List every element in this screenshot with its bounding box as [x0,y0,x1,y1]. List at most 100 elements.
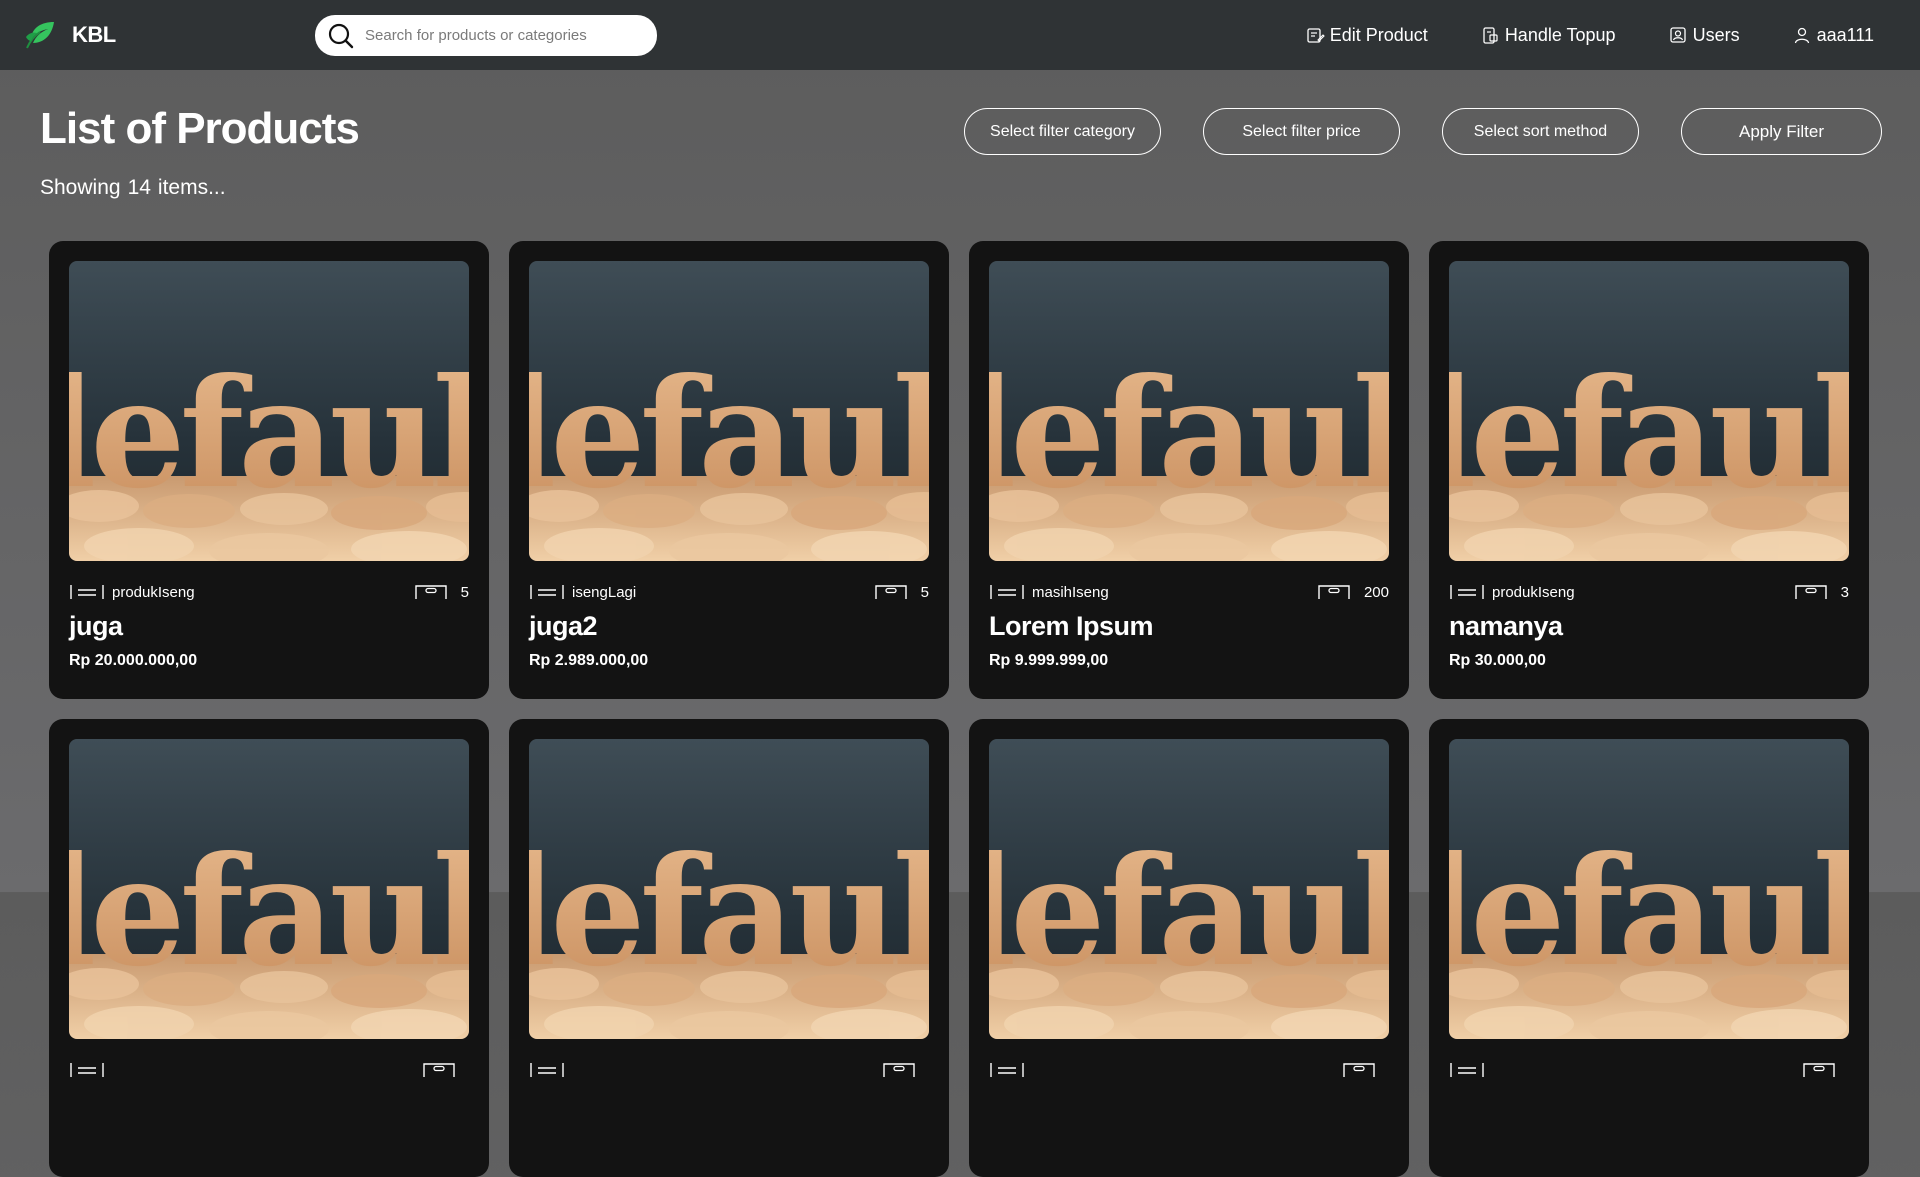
item-count-value: 14 [127,176,151,199]
product-meta [69,1059,469,1081]
page-title: List of Products [40,104,360,153]
stock-icon [423,1063,455,1077]
product-category: masihIseng [989,583,1109,601]
nav-handle-topup-label: Handle Topup [1504,24,1616,45]
product-category-label: isengLagi [572,583,637,601]
product-card[interactable]: default isengLagi 5 juga2 Rp 2.989.000,0… [509,241,949,699]
search-input[interactable] [365,27,645,44]
product-name: Lorem Ipsum [989,611,1154,641]
product-card[interactable]: default produkIseng 5 juga Rp 20.000.000… [49,241,489,699]
product-image: default [529,261,929,561]
category-icon [1450,1063,1484,1077]
product-card[interactable]: default [49,719,489,1177]
nav-account[interactable]: aaa111 [1792,25,1874,46]
product-category-label: produkIseng [1492,583,1575,601]
product-card[interactable]: default masihIseng 200 Lorem Ipsum Rp 9.… [969,241,1409,699]
product-image-text: default [989,346,1389,522]
stock-icon [1794,585,1827,599]
product-card[interactable]: default produkIseng 3 namanya Rp 30.000,… [1429,241,1869,699]
product-image: default [989,739,1389,1039]
stock-icon [1343,1063,1375,1077]
leaf-logo-icon [26,22,54,49]
search-bar[interactable] [315,15,657,56]
category-icon [70,1063,104,1077]
stock-icon [1318,585,1350,599]
product-stock-value: 5 [920,583,929,601]
category-icon [530,1063,564,1077]
stock-icon [874,585,907,599]
product-image: default [529,739,929,1039]
top-navbar: KBL Edit Product Handle Topup [0,0,1920,70]
product-price: Rp 2.989.000,00 [529,652,649,669]
product-meta: isengLagi 5 [529,581,929,603]
product-category-label: produkIseng [112,583,195,601]
product-image-text: default [989,824,1389,1000]
product-category [529,1061,572,1079]
product-name: juga2 [529,611,598,641]
product-stock [421,1061,469,1079]
product-meta: produkIseng 3 [1449,581,1849,603]
stock-icon [414,585,447,599]
nav-handle-topup[interactable]: Handle Topup [1480,25,1616,46]
product-category [989,1061,1032,1079]
product-image-text: default [1449,346,1849,522]
item-count-prefix: Showing [40,176,121,199]
product-category-label: masihIseng [1032,583,1109,601]
product-stock: 5 [413,583,469,601]
sort-method-button[interactable]: Select sort method [1442,108,1639,155]
product-stock-value: 3 [1840,583,1849,601]
product-card[interactable]: default [969,719,1409,1177]
product-stock: 3 [1793,583,1849,601]
product-price: Rp 20.000.000,00 [69,652,198,669]
product-image-text: default [69,346,469,522]
product-stock-value: 5 [460,583,469,601]
nav-edit-product-label: Edit Product [1329,24,1428,45]
edit-icon [1307,28,1325,43]
filter-price-button[interactable]: Select filter price [1203,108,1400,155]
product-category: isengLagi [529,583,636,601]
brand-name: KBL [72,22,116,47]
product-image-text: default [529,346,929,522]
user-icon [1794,27,1809,44]
nav-account-label: aaa111 [1816,24,1874,45]
product-stock [1801,1061,1849,1079]
product-category: produkIseng [69,583,195,601]
nav-links: Edit Product Handle Topup Users aaa111 [1253,0,1874,70]
product-card[interactable]: default [509,719,949,1177]
stock-icon [883,1063,915,1077]
category-icon [1450,585,1484,599]
product-grid: default produkIseng 5 juga Rp 20.000.000… [49,241,1874,1177]
product-stock-value: 200 [1363,583,1389,601]
product-image: default [989,261,1389,561]
brand[interactable]: KBL [24,19,116,51]
product-category: produkIseng [1449,583,1575,601]
product-card[interactable]: default [1429,719,1869,1177]
item-count-suffix: items... [157,176,226,199]
product-meta [529,1059,929,1081]
category-icon [530,585,564,599]
topup-icon [1483,27,1498,44]
product-meta: masihIseng 200 [989,581,1389,603]
category-icon [70,585,104,599]
product-image-text: default [1449,824,1849,1000]
product-image: default [69,739,469,1039]
product-category [1449,1061,1492,1079]
product-image: default [1449,261,1849,561]
product-image-text: default [69,824,469,1000]
category-icon [990,585,1024,599]
nav-edit-product[interactable]: Edit Product [1305,25,1428,46]
filter-category-button[interactable]: Select filter category [964,108,1161,155]
product-meta [1449,1059,1849,1081]
product-image: default [1449,739,1849,1039]
nav-users[interactable]: Users [1668,25,1740,46]
apply-filter-button[interactable]: Apply Filter [1681,108,1882,155]
product-price: Rp 30.000,00 [1449,652,1546,669]
product-stock: 200 [1316,583,1389,601]
product-meta: produkIseng 5 [69,581,469,603]
users-icon [1669,27,1686,43]
product-price: Rp 9.999.999,00 [989,652,1109,669]
product-stock [881,1061,929,1079]
item-count: Showing 14 items... [40,176,233,200]
product-image-text: default [529,824,929,1000]
filter-bar: Select filter category Select filter pri… [964,108,1882,155]
